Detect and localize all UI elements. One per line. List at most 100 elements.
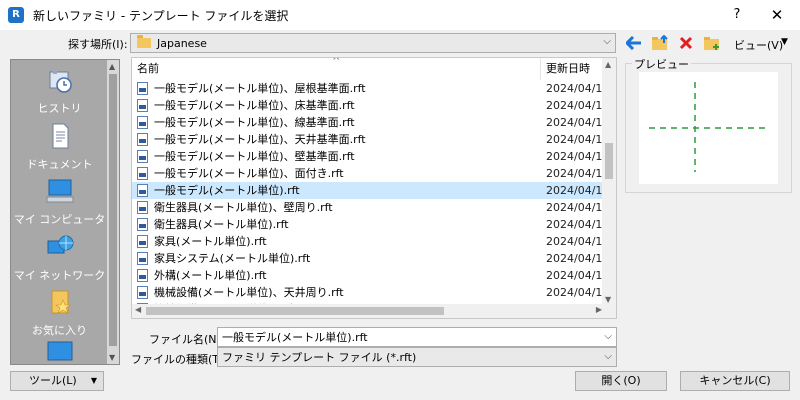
preview-label: プレビュー <box>632 56 691 72</box>
scroll-up-icon[interactable]: ▲ <box>109 62 115 71</box>
history-icon <box>45 66 75 94</box>
chevron-down-icon[interactable]: ⌵ <box>604 331 612 342</box>
file-name: 外構(メートル単位).rft <box>154 269 267 282</box>
window-title: 新しいファミリ - テンプレート ファイルを選択 <box>33 8 289 23</box>
close-button[interactable]: ✕ <box>754 0 800 30</box>
up-folder-icon[interactable] <box>651 35 669 51</box>
file-row[interactable]: 一般モデル(メートル単位)、面付き.rft 2024/04/16 0 <box>132 165 616 182</box>
rft-file-icon <box>137 82 148 95</box>
file-name: 一般モデル(メートル単位)、屋根基準面.rft <box>154 82 366 95</box>
file-row[interactable]: 一般モデル(メートル単位)、屋根基準面.rft 2024/04/16 0 <box>132 80 616 97</box>
scroll-down-icon[interactable]: ▼ <box>605 295 611 304</box>
filetype-label: ファイルの種類(T): <box>131 353 228 366</box>
folder-icon <box>137 35 151 48</box>
preview-pane <box>639 72 778 184</box>
place-label: マイ コンピュータ <box>13 213 106 226</box>
tools-button[interactable]: ツール(L) ▼ <box>10 371 104 391</box>
place-label: お気に入り <box>32 324 87 337</box>
file-row[interactable]: 家具システム(メートル単位).rft 2024/04/16 0 <box>132 250 616 267</box>
place-favorites[interactable]: お気に入り <box>11 288 108 338</box>
network-icon <box>45 233 75 261</box>
column-header-name[interactable]: 名前 <box>137 58 159 80</box>
file-name: 一般モデル(メートル単位)、天井基準面.rft <box>154 133 366 146</box>
favorites-icon <box>45 288 75 316</box>
filetype-dropdown[interactable]: ファミリ テンプレート ファイル (*.rft) ⌵ <box>217 347 617 367</box>
column-header-date[interactable]: 更新日時 <box>546 58 590 80</box>
file-list-vscrollbar[interactable]: ▲ ▼ <box>602 58 616 306</box>
file-list[interactable]: 名前 ^ 更新日時 一般モデル(メートル単位)、屋根基準面.rft 2024/04… <box>131 57 617 319</box>
file-list-hscrollbar[interactable]: ◀ ▶ <box>132 304 616 318</box>
chevron-down-icon: ⌵ <box>603 36 611 47</box>
file-row[interactable]: 一般モデル(メートル単位)、線基準面.rft 2024/04/16 0 <box>132 114 616 131</box>
rft-file-icon <box>137 167 148 180</box>
scroll-thumb[interactable] <box>146 307 444 315</box>
place-label: ドキュメント <box>26 158 93 171</box>
open-button[interactable]: 開く(O) <box>575 371 667 391</box>
back-arrow-icon[interactable] <box>625 35 643 51</box>
file-name: 衛生器具(メートル単位).rft <box>154 218 289 231</box>
file-row[interactable]: 一般モデル(メートル単位)、天井基準面.rft 2024/04/16 0 <box>132 131 616 148</box>
computer-icon <box>45 177 75 205</box>
place-label: マイ ネットワーク <box>13 269 106 282</box>
rft-file-icon <box>137 116 148 129</box>
scroll-thumb[interactable] <box>605 143 613 179</box>
delete-icon[interactable] <box>677 35 695 51</box>
place-history[interactable]: ヒストリ <box>11 66 108 116</box>
file-row[interactable]: 機械設備(メートル単位)、天井周り.rft 2024/04/16 0 <box>132 284 616 301</box>
file-name: 衛生器具(メートル単位)、壁周り.rft <box>154 201 333 214</box>
lookin-dropdown[interactable]: Japanese ⌵ <box>130 33 616 53</box>
rft-file-icon <box>137 252 148 265</box>
file-row[interactable]: 衛生器具(メートル単位).rft 2024/04/16 0 <box>132 216 616 233</box>
file-name: 家具システム(メートル単位).rft <box>154 252 311 265</box>
chevron-down-icon: ▼ <box>781 37 788 47</box>
preview-image <box>649 82 769 172</box>
filetype-value: ファミリ テンプレート ファイル (*.rft) <box>222 351 417 364</box>
file-row[interactable]: 家具(メートル単位).rft 2024/04/16 0 <box>132 233 616 250</box>
filename-value: 一般モデル(メートル単位).rft <box>222 331 368 344</box>
file-row[interactable]: 外構(メートル単位).rft 2024/04/16 0 <box>132 267 616 284</box>
rft-file-icon <box>137 99 148 112</box>
filename-input[interactable]: 一般モデル(メートル単位).rft ⌵ <box>217 327 617 347</box>
file-row[interactable]: 一般モデル(メートル単位)、床基準面.rft 2024/04/16 0 <box>132 97 616 114</box>
place-desktop[interactable] <box>11 340 108 364</box>
column-divider[interactable] <box>540 58 541 80</box>
scroll-left-icon[interactable]: ◀ <box>135 305 141 314</box>
new-folder-icon[interactable] <box>703 35 721 51</box>
cancel-button[interactable]: キャンセル(C) <box>680 371 790 391</box>
file-row[interactable]: 衛生器具(メートル単位)、壁周り.rft 2024/04/16 0 <box>132 199 616 216</box>
scroll-up-icon[interactable]: ▲ <box>605 60 611 69</box>
place-label: ヒストリ <box>37 102 82 115</box>
file-name: 家具(メートル単位).rft <box>154 235 267 248</box>
scroll-right-icon[interactable]: ▶ <box>596 305 602 314</box>
scroll-thumb[interactable] <box>109 74 117 346</box>
lookin-value: Japanese <box>157 36 207 50</box>
toolbar <box>625 35 729 51</box>
file-name: 機械設備(メートル単位)、天井周り.rft <box>154 286 344 299</box>
places-bar: ヒストリ ドキュメント マイ コンピュータ マイ ネットワーク お気に入り ▲ … <box>10 59 120 365</box>
places-scrollbar[interactable]: ▲ ▼ <box>107 60 119 364</box>
rft-file-icon <box>137 184 148 197</box>
chevron-down-icon: ▼ <box>90 376 97 385</box>
desktop-icon <box>45 340 75 364</box>
rft-file-icon <box>137 150 148 163</box>
scroll-down-icon[interactable]: ▼ <box>109 353 115 362</box>
place-my-computer[interactable]: マイ コンピュータ <box>11 177 108 227</box>
rft-file-icon <box>137 269 148 282</box>
rft-file-icon <box>137 218 148 231</box>
documents-icon <box>45 122 75 150</box>
file-name: 一般モデル(メートル単位)、壁基準面.rft <box>154 150 355 163</box>
tools-label: ツール(L) <box>29 374 77 387</box>
title-bar: R 新しいファミリ - テンプレート ファイルを選択 ? ✕ <box>0 0 800 30</box>
place-documents[interactable]: ドキュメント <box>11 122 108 172</box>
rft-file-icon <box>137 286 148 299</box>
rft-file-icon <box>137 201 148 214</box>
place-my-network[interactable]: マイ ネットワーク <box>11 233 108 283</box>
chevron-down-icon: ⌵ <box>604 351 612 362</box>
views-menu-button[interactable]: ビュー(V) <box>734 37 783 53</box>
revit-app-icon: R <box>8 7 24 23</box>
sort-ascending-icon: ^ <box>332 57 341 67</box>
filename-label: ファイル名(N): <box>149 333 225 346</box>
lookin-label: 探す場所(I): <box>68 38 128 51</box>
file-row[interactable]: 一般モデル(メートル単位)、壁基準面.rft 2024/04/16 0 <box>132 148 616 165</box>
file-row[interactable]: 一般モデル(メートル単位).rft 2024/04/16 0 <box>132 182 616 199</box>
